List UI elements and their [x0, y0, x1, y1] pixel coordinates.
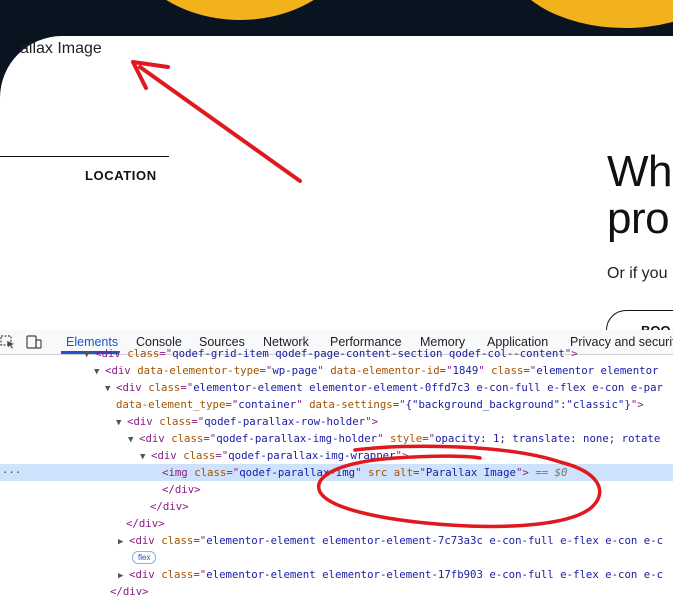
dom-node[interactable]: ▼ <div class="qodef-grid-item qodef-page-… — [0, 345, 673, 362]
dom-closing-tag[interactable]: </div> — [0, 515, 673, 532]
dom-node[interactable]: ▼ <div class="qodef-parallax-row-holder"> — [0, 413, 673, 430]
dom-node[interactable]: ▼ <div class="elementor-element elementor… — [0, 379, 673, 396]
website-viewport: allax Image LOCATION Wh pro Or if you BO… — [0, 0, 673, 330]
console-reference: == $0 — [535, 466, 568, 479]
flex-badge[interactable]: flex — [132, 551, 157, 564]
dom-closing-tag[interactable]: </div> — [0, 583, 673, 600]
headline-line-1: Wh — [607, 147, 673, 196]
dom-node[interactable]: ▼ <div data-elementor-type="wp-page" data… — [0, 362, 673, 379]
dom-closing-tag[interactable]: </div> — [0, 481, 673, 498]
dom-node-selected[interactable]: ··· <img class="qodef-parallax-img" src a… — [0, 464, 673, 481]
content-panel — [0, 36, 673, 330]
booking-button[interactable]: BOO — [606, 310, 673, 330]
section-headline: Wh pro — [607, 147, 673, 243]
headline-line-2: pro — [607, 194, 670, 243]
broken-parallax-image-alt-text: allax Image — [20, 40, 102, 57]
dom-node[interactable]: ▼ <div class="qodef-parallax-img-wrapper"… — [0, 447, 673, 464]
location-divider — [0, 156, 169, 157]
elements-dom-tree: ▼ <div class="qodef-grid-item qodef-page-… — [0, 347, 673, 601]
section-subtext: Or if you — [607, 265, 668, 282]
dom-node[interactable]: ▼ <div class="qodef-parallax-img-holder" … — [0, 430, 673, 447]
dom-node[interactable]: ▶ <div class="elementor-element elementor… — [0, 532, 673, 549]
location-label[interactable]: LOCATION — [85, 168, 157, 183]
dom-badge-row: flex — [0, 549, 673, 566]
dom-node-attributes[interactable]: data-element_type="container" data-setti… — [0, 396, 673, 413]
devtools-panel: Elements Console Sources Network Perform… — [0, 330, 673, 601]
dom-node[interactable]: ▶ <div class="elementor-element elementor… — [0, 566, 673, 583]
selection-marker: ··· — [2, 466, 22, 479]
dom-closing-tag[interactable]: </div> — [0, 498, 673, 515]
